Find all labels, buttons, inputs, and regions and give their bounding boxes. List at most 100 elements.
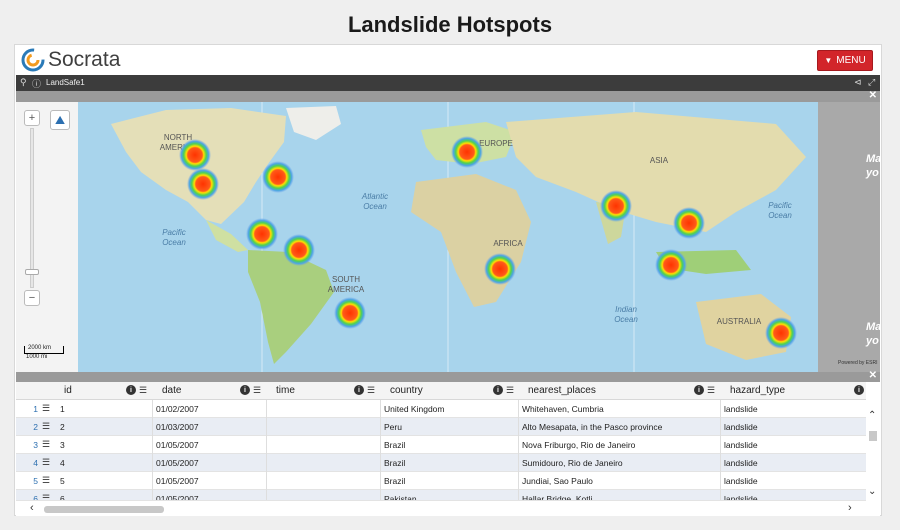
cell-nearest-places: Sumidouro, Rio de Janeiro: [522, 458, 623, 468]
label-europe: EUROPE: [479, 139, 513, 148]
scroll-down-icon[interactable]: ⌄: [868, 486, 876, 497]
scroll-up-icon[interactable]: ⌃: [868, 410, 876, 421]
table-row[interactable]: 4 ☰ 4 01/05/2007 Brazil Sumidouro, Rio de Jan…: [16, 454, 866, 472]
cell-id: 4: [60, 458, 65, 468]
row-menu-icon[interactable]: ☰: [42, 403, 50, 414]
column-header-date[interactable]: date: [162, 385, 181, 396]
column-divider: [266, 400, 267, 500]
label-pacific-left-1: Pacific: [162, 228, 186, 237]
layers-icon: ⛰: [54, 112, 66, 127]
info-icon[interactable]: i: [240, 385, 250, 395]
list-icon[interactable]: ☰: [506, 385, 514, 396]
cell-hazard-type: landslide: [724, 440, 758, 450]
info-icon[interactable]: i: [854, 385, 864, 395]
cell-date: 01/05/2007: [156, 458, 199, 468]
hotspot-marker[interactable]: [673, 207, 705, 239]
layer-toggle-button[interactable]: ⛰: [50, 110, 70, 130]
dataset-toolbar: ⚲ ⓘ LandSafe1 ⊲ ⤢: [16, 75, 880, 91]
hotspot-marker[interactable]: [246, 218, 278, 250]
scale-km: 2000 km: [28, 345, 52, 351]
column-country-controls: i ☰: [493, 385, 514, 396]
close-table-icon[interactable]: ✕: [869, 370, 877, 381]
hotspot-marker[interactable]: [262, 161, 294, 193]
column-header-country[interactable]: country: [390, 385, 423, 396]
cell-date: 01/05/2007: [156, 476, 199, 486]
column-divider: [152, 400, 153, 500]
page-title: Landslide Hotspots: [347, 12, 553, 37]
hotspot-marker[interactable]: [655, 249, 687, 281]
hotspot-marker[interactable]: [600, 190, 632, 222]
row-number[interactable]: 3: [26, 440, 38, 450]
cell-hazard-type: landslide: [724, 422, 758, 432]
zoom-track[interactable]: [25, 128, 39, 288]
hotspot-marker[interactable]: [765, 317, 797, 349]
table-row[interactable]: 5 ☰ 5 01/05/2007 Brazil Jundiai, Sao Paulo lan…: [16, 472, 866, 490]
column-header-time[interactable]: time: [276, 385, 295, 396]
socrata-logo[interactable]: Socrata: [21, 48, 120, 72]
hotspot-marker[interactable]: [484, 253, 516, 285]
row-menu-icon[interactable]: ☰: [42, 421, 50, 432]
cell-nearest-places: Alto Mesapata, in the Pasco province: [522, 422, 663, 432]
list-icon[interactable]: ☰: [707, 385, 715, 396]
cell-date: 01/05/2007: [156, 440, 199, 450]
list-icon[interactable]: ☰: [139, 385, 147, 396]
cell-id: 3: [60, 440, 65, 450]
cell-id: 5: [60, 476, 65, 486]
hotspot-marker[interactable]: [179, 139, 211, 171]
scroll-left-icon[interactable]: ‹: [30, 502, 34, 514]
close-map-icon[interactable]: ✕: [869, 90, 877, 101]
dataset-name: LandSafe1: [46, 78, 85, 87]
side-text-lower: Ma yo: [866, 320, 880, 348]
share-icon[interactable]: ⊲: [854, 77, 862, 88]
scale-bar-line: 2000 km: [24, 345, 64, 354]
table-row[interactable]: 2 ☰ 2 01/03/2007 Peru Alto Mesapata, in the P…: [16, 418, 866, 436]
fullscreen-icon[interactable]: ⤢: [868, 77, 875, 88]
column-date-controls: i ☰: [240, 385, 261, 396]
row-menu-icon[interactable]: ☰: [42, 439, 50, 450]
column-header-nearest-places[interactable]: nearest_places: [528, 385, 596, 396]
hotspot-marker[interactable]: [283, 234, 315, 266]
cell-hazard-type: landslide: [724, 404, 758, 414]
column-header-id[interactable]: id: [64, 385, 72, 396]
info-icon[interactable]: i: [126, 385, 136, 395]
table-row[interactable]: 1 ☰ 1 01/02/2007 United Kingdom Whitehaven, C…: [16, 400, 866, 418]
zoom-in-button[interactable]: +: [24, 110, 40, 126]
label-africa: AFRICA: [493, 239, 523, 248]
search-icon[interactable]: ⚲: [20, 77, 27, 88]
vertical-scrollbar[interactable]: ⌃ ⌄: [866, 400, 880, 500]
label-australia: AUSTRALIA: [717, 317, 762, 326]
row-number[interactable]: 1: [26, 404, 38, 414]
hotspot-marker[interactable]: [451, 136, 483, 168]
cell-country: United Kingdom: [384, 404, 445, 414]
scroll-right-icon[interactable]: ›: [848, 502, 852, 514]
label-indian-1: Indian: [615, 305, 637, 314]
column-header-hazard-type[interactable]: hazard_type: [730, 385, 785, 396]
row-number[interactable]: 2: [26, 422, 38, 432]
list-icon[interactable]: ☰: [253, 385, 261, 396]
info-icon[interactable]: i: [493, 385, 503, 395]
socrata-logo-icon: [21, 48, 45, 72]
horizontal-scrollbar[interactable]: ‹ ›: [16, 500, 866, 516]
side-text-lower-1: Ma: [866, 321, 880, 333]
row-menu-icon[interactable]: ☰: [42, 457, 50, 468]
table-row[interactable]: 3 ☰ 3 01/05/2007 Brazil Nova Friburgo, Rio de…: [16, 436, 866, 454]
socrata-frame: Socrata ▼ MENU ⚲ ⓘ LandSafe1 ⊲ ⤢ ✕ NORTH…: [14, 44, 882, 516]
info-icon[interactable]: i: [694, 385, 704, 395]
row-number[interactable]: 4: [26, 458, 38, 468]
hotspot-marker[interactable]: [187, 168, 219, 200]
hotspot-map[interactable]: NORTH AMERICA EUROPE ASIA AFRICA SOUTH A…: [16, 102, 880, 372]
zoom-out-button[interactable]: −: [24, 290, 40, 306]
list-icon[interactable]: ☰: [367, 385, 375, 396]
info-icon[interactable]: i: [354, 385, 364, 395]
h-scroll-thumb[interactable]: [44, 506, 164, 513]
cell-date: 01/02/2007: [156, 404, 199, 414]
zoom-handle[interactable]: [25, 269, 39, 275]
row-number[interactable]: 5: [26, 476, 38, 486]
hotspot-marker[interactable]: [334, 297, 366, 329]
cell-hazard-type: landslide: [724, 476, 758, 486]
info-icon[interactable]: ⓘ: [32, 77, 41, 90]
scroll-thumb[interactable]: [869, 431, 877, 441]
row-menu-icon[interactable]: ☰: [42, 475, 50, 486]
column-divider: [720, 400, 721, 500]
menu-button[interactable]: ▼ MENU: [817, 50, 873, 71]
